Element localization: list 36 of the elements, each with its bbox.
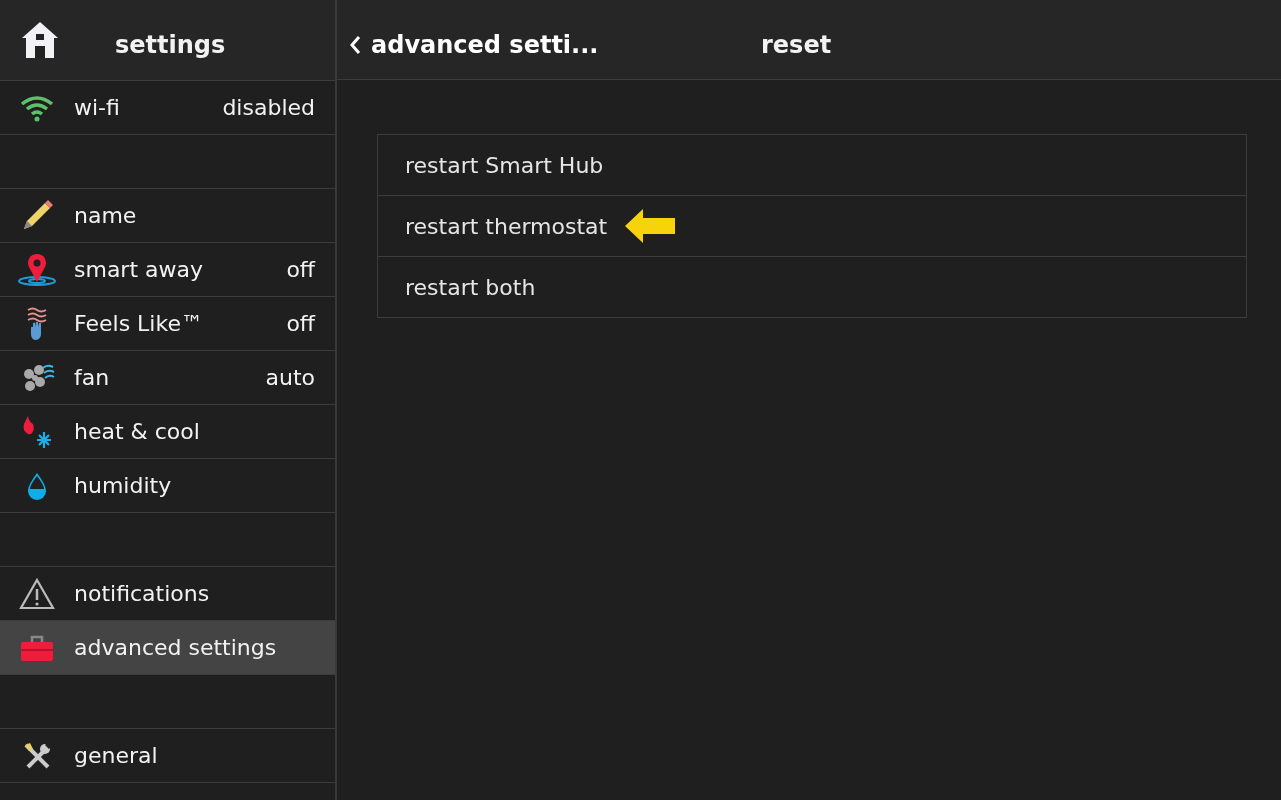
item-label: Feels Like™ (74, 311, 203, 336)
item-label: heat & cool (74, 419, 200, 444)
sidebar-item[interactable]: humidity (0, 459, 335, 513)
item-value: disabled (222, 95, 315, 120)
item-label: advanced settings (74, 635, 277, 660)
sidebar-item[interactable]: name (0, 189, 335, 243)
chevron-left-icon (349, 34, 361, 55)
item-value: auto (265, 365, 315, 390)
sidebar-item[interactable]: fan auto (0, 351, 335, 405)
item-label: wi-fi (74, 95, 120, 120)
home-icon[interactable] (20, 20, 60, 60)
back-button[interactable]: advanced setti... (337, 30, 761, 59)
wifi-icon (19, 93, 55, 122)
option-row[interactable]: restart thermostat (378, 195, 1246, 256)
warning-icon (19, 577, 55, 610)
option-row[interactable]: restart both (378, 256, 1246, 317)
item-label: notifications (74, 581, 210, 606)
item-value: off (286, 257, 315, 282)
sidebar-item[interactable]: advanced settings (0, 621, 335, 675)
sidebar-title: settings (115, 30, 226, 59)
sidebar-item[interactable]: general (0, 729, 335, 783)
toolbox-icon (20, 633, 54, 662)
sidebar-item[interactable]: heat & cool (0, 405, 335, 459)
sidebar-item[interactable]: wi-fi disabled (0, 81, 335, 135)
item-label: fan (74, 365, 110, 390)
item-label: humidity (74, 473, 172, 498)
location-pin-icon (17, 252, 57, 287)
option-row[interactable]: restart Smart Hub (378, 135, 1246, 195)
tools-icon (22, 740, 52, 771)
sidebar-item[interactable]: smart away off (0, 243, 335, 297)
item-label: smart away (74, 257, 203, 282)
item-label: general (74, 743, 158, 768)
page-title: reset (761, 30, 832, 59)
sidebar-item[interactable]: Feels Like™ off (0, 297, 335, 351)
item-value: off (286, 311, 315, 336)
item-label: name (74, 203, 137, 228)
